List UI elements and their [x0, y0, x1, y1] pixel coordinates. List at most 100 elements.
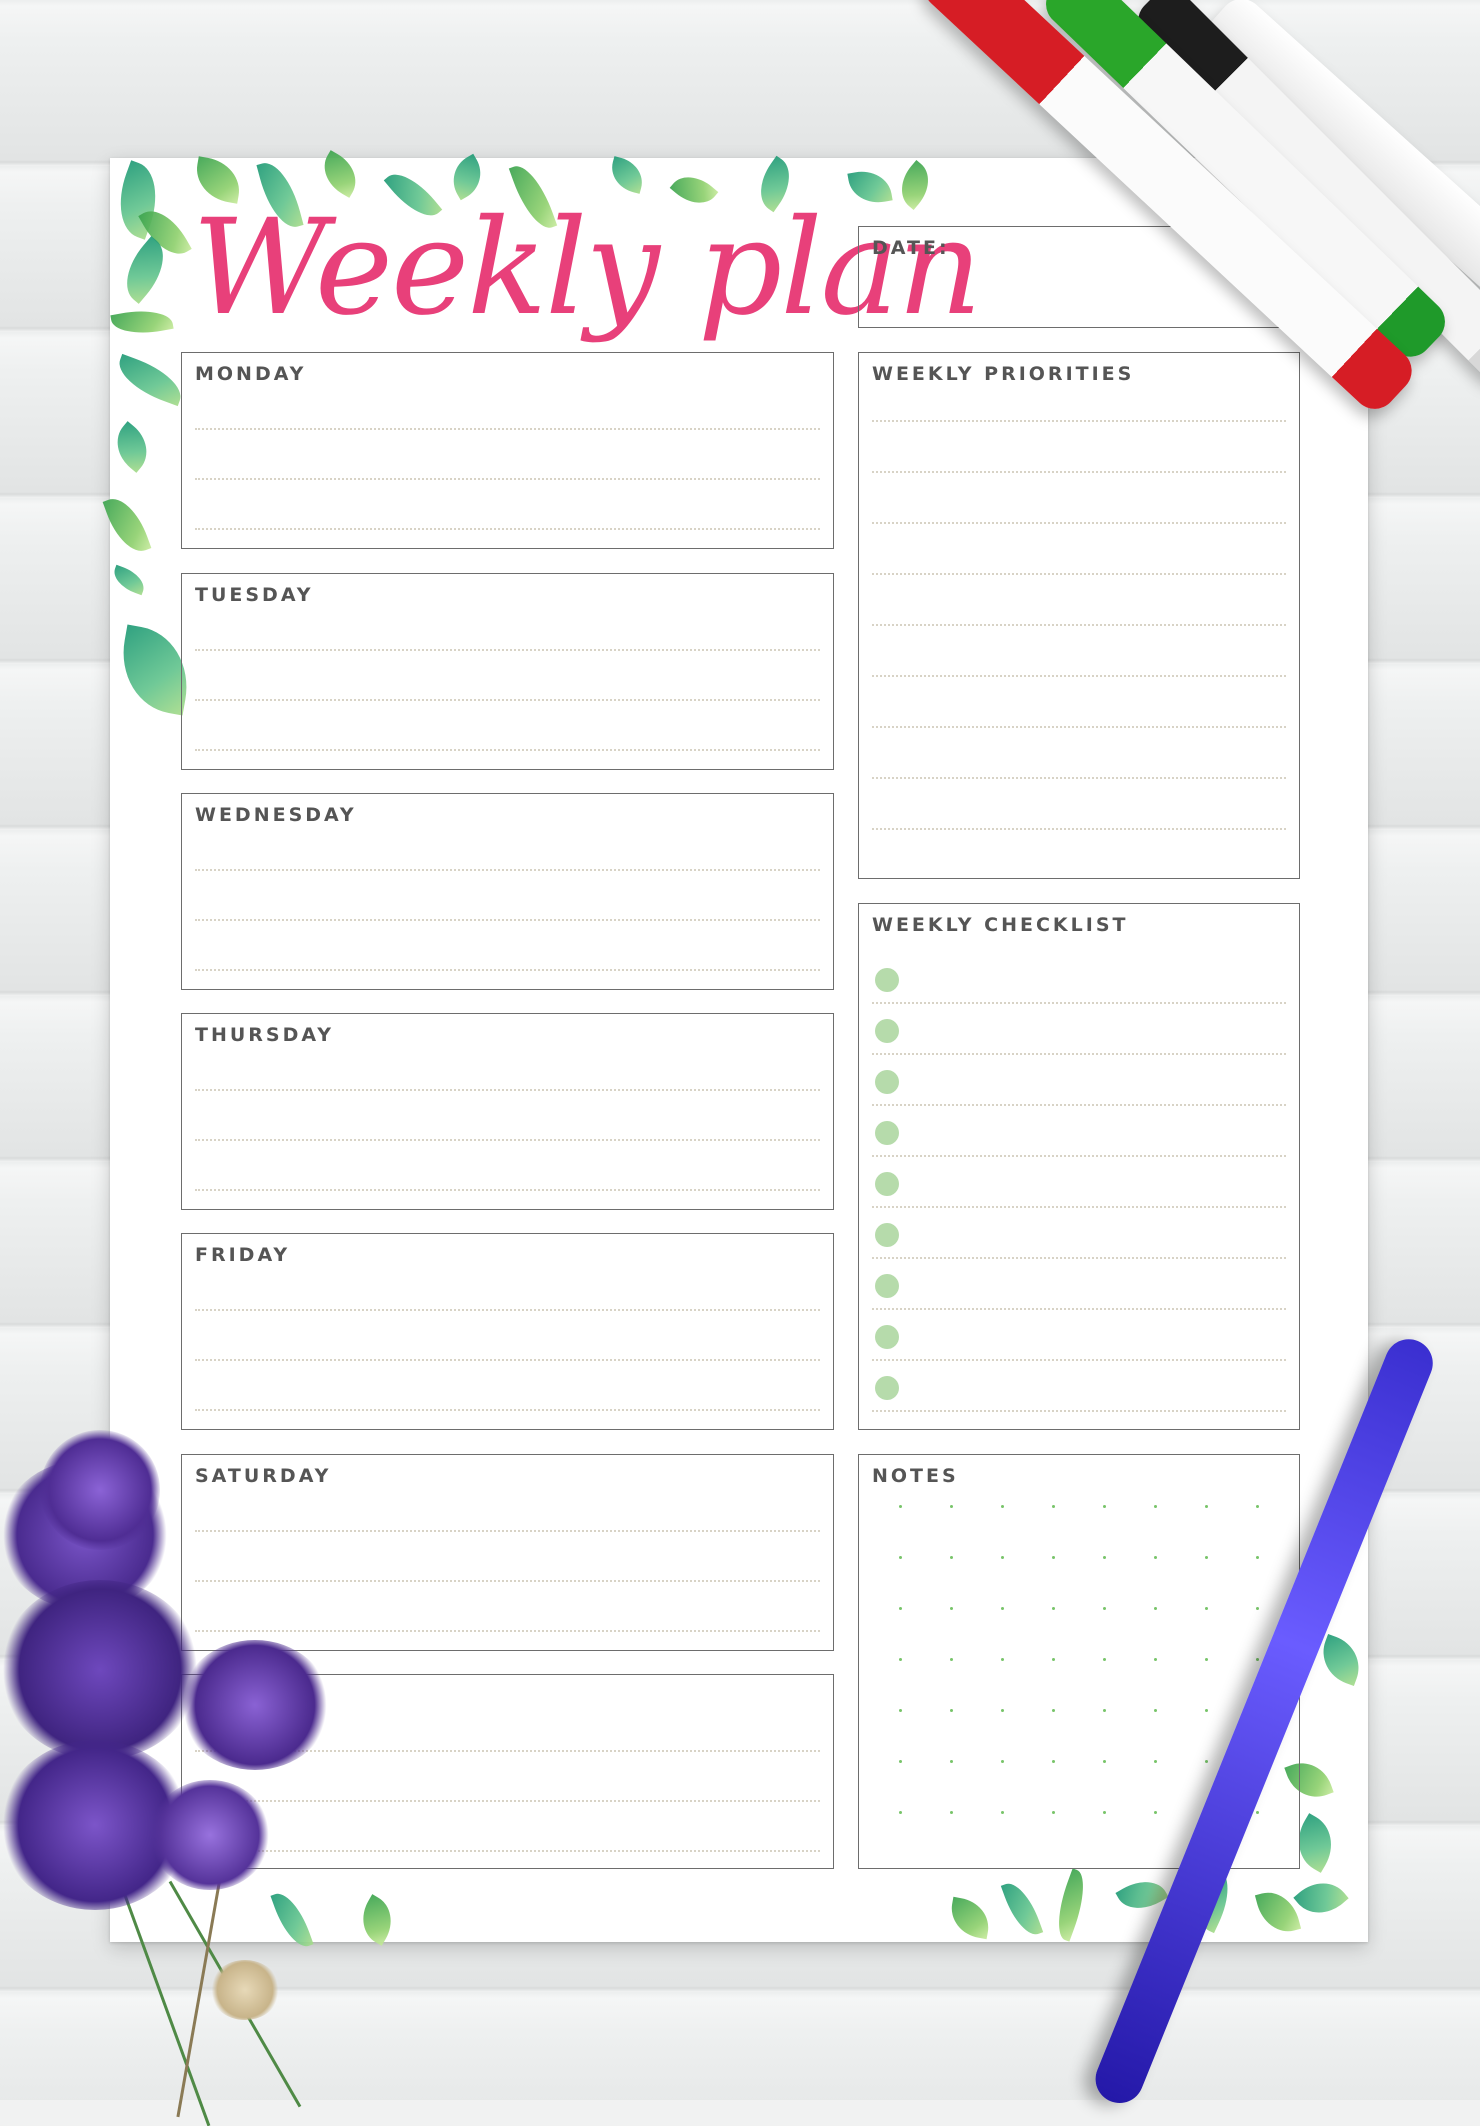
checkbox[interactable]: [875, 1121, 899, 1145]
writing-line: [195, 528, 820, 530]
day-label: TUESDAY: [195, 584, 314, 606]
writing-line: [195, 1530, 820, 1532]
writing-line: [872, 675, 1286, 677]
writing-line: [195, 699, 820, 701]
grid-dot: [1001, 1505, 1004, 1508]
writing-line: [872, 1002, 1286, 1004]
grid-dot: [950, 1556, 953, 1559]
writing-line: [872, 471, 1286, 473]
checkbox[interactable]: [875, 1019, 899, 1043]
writing-line: [872, 1308, 1286, 1310]
grid-dot: [1052, 1658, 1055, 1661]
day-box-wednesday[interactable]: WEDNESDAY: [181, 793, 834, 990]
day-box-friday[interactable]: FRIDAY: [181, 1233, 834, 1430]
writing-line: [195, 969, 820, 971]
writing-line: [872, 1155, 1286, 1157]
writing-line: [195, 1850, 820, 1852]
checkbox[interactable]: [875, 968, 899, 992]
day-label: SATURDAY: [195, 1465, 332, 1487]
grid-dot: [950, 1709, 953, 1712]
grid-dot: [1052, 1607, 1055, 1610]
writing-line: [195, 919, 820, 921]
writing-line: [195, 1089, 820, 1091]
grid-dot: [1103, 1811, 1106, 1814]
writing-line: [872, 828, 1286, 830]
writing-line: [872, 1053, 1286, 1055]
grid-dot: [1205, 1505, 1208, 1508]
checkbox[interactable]: [875, 1172, 899, 1196]
writing-line: [872, 624, 1286, 626]
writing-line: [195, 1580, 820, 1582]
grid-dot: [1103, 1658, 1106, 1661]
day-box-monday[interactable]: MONDAY: [181, 352, 834, 549]
writing-line: [872, 726, 1286, 728]
date-label: DATE:: [872, 237, 950, 259]
writing-line: [195, 749, 820, 751]
weekly-priorities-box[interactable]: WEEKLY PRIORITIES: [858, 352, 1300, 879]
writing-line: [872, 1104, 1286, 1106]
checkbox[interactable]: [875, 1070, 899, 1094]
grid-dot: [950, 1811, 953, 1814]
writing-line: [195, 478, 820, 480]
writing-line: [195, 1409, 820, 1411]
day-label: THURSDAY: [195, 1024, 335, 1046]
writing-line: [872, 1206, 1286, 1208]
writing-line: [872, 1410, 1286, 1412]
writing-line: [195, 1359, 820, 1361]
grid-dot: [1103, 1709, 1106, 1712]
grid-dot: [1103, 1607, 1106, 1610]
grid-dot: [1154, 1760, 1157, 1763]
grid-dot: [950, 1760, 953, 1763]
grid-dot: [1052, 1505, 1055, 1508]
grid-dot: [1154, 1505, 1157, 1508]
day-label: WEDNESDAY: [195, 804, 357, 826]
grid-dot: [950, 1658, 953, 1661]
grid-dot: [1205, 1607, 1208, 1610]
grid-dot: [1103, 1556, 1106, 1559]
checkbox[interactable]: [875, 1325, 899, 1349]
writing-line: [872, 1257, 1286, 1259]
grid-dot: [1001, 1556, 1004, 1559]
writing-line: [195, 1139, 820, 1141]
grid-dot: [1205, 1760, 1208, 1763]
day-box-thursday[interactable]: THURSDAY: [181, 1013, 834, 1210]
grid-dot: [1154, 1811, 1157, 1814]
writing-line: [195, 869, 820, 871]
grid-dot: [1256, 1505, 1259, 1508]
grid-dot: [1154, 1658, 1157, 1661]
writing-line: [872, 573, 1286, 575]
grid-dot: [1154, 1556, 1157, 1559]
day-box-tuesday[interactable]: TUESDAY: [181, 573, 834, 770]
writing-line: [195, 1309, 820, 1311]
grid-dot: [1154, 1709, 1157, 1712]
grid-dot: [899, 1811, 902, 1814]
grid-dot: [899, 1658, 902, 1661]
grid-dot: [1052, 1556, 1055, 1559]
checkbox[interactable]: [875, 1376, 899, 1400]
checkbox[interactable]: [875, 1274, 899, 1298]
writing-line: [195, 1189, 820, 1191]
writing-line: [195, 649, 820, 651]
grid-dot: [1256, 1556, 1259, 1559]
writing-line: [872, 1359, 1286, 1361]
writing-line: [872, 420, 1286, 422]
grid-dot: [1052, 1760, 1055, 1763]
writing-line: [872, 522, 1286, 524]
writing-line: [872, 777, 1286, 779]
grid-dot: [899, 1556, 902, 1559]
writing-line: [195, 428, 820, 430]
priorities-label: WEEKLY PRIORITIES: [872, 363, 1135, 385]
grid-dot: [1256, 1811, 1259, 1814]
grid-dot: [1001, 1811, 1004, 1814]
day-box-saturday[interactable]: SATURDAY: [181, 1454, 834, 1651]
grid-dot: [1103, 1505, 1106, 1508]
grid-dot: [950, 1505, 953, 1508]
checkbox[interactable]: [875, 1223, 899, 1247]
grid-dot: [1001, 1760, 1004, 1763]
day-label: FRIDAY: [195, 1244, 291, 1266]
weekly-checklist-box[interactable]: WEEKLY CHECKLIST: [858, 903, 1300, 1430]
grid-dot: [1205, 1658, 1208, 1661]
grid-dot: [899, 1709, 902, 1712]
grid-dot: [899, 1760, 902, 1763]
day-label: MONDAY: [195, 363, 307, 385]
